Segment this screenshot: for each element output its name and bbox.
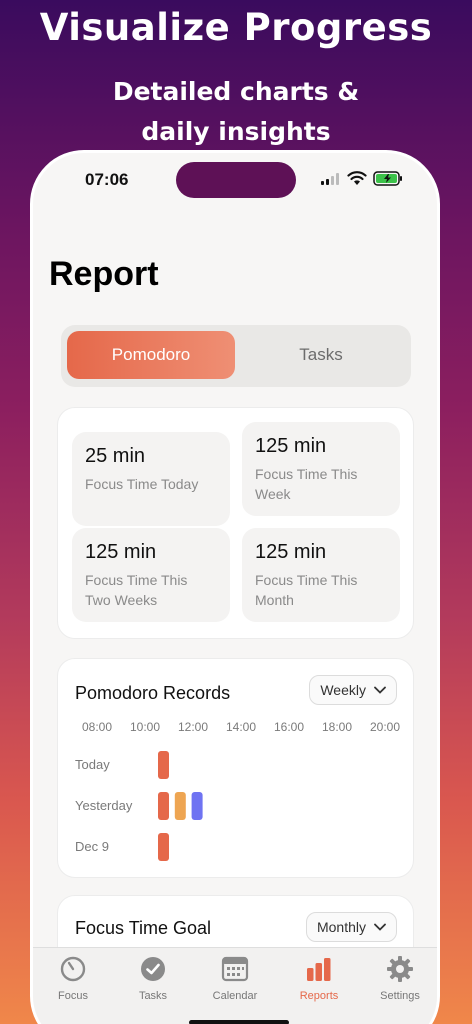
- tab-focus[interactable]: Focus: [33, 954, 113, 1002]
- segment-tasks[interactable]: Tasks: [237, 331, 405, 379]
- tab-label: Reports: [299, 990, 339, 1002]
- stat-focus-month: 125 min Focus Time This Month: [242, 528, 400, 622]
- session-bar[interactable]: [191, 792, 203, 820]
- x-tick-label: 18:00: [322, 720, 352, 734]
- session-bar[interactable]: [158, 833, 169, 861]
- stat-label-line2: Month: [255, 592, 294, 608]
- tab-bar: Focus Tasks Calendar Reports Settings: [33, 947, 437, 1024]
- checkmark-circle-icon: [141, 957, 165, 981]
- goal-title: Focus Time Goal: [75, 918, 212, 938]
- records-title: Pomodoro Records: [75, 683, 231, 703]
- tab-calendar[interactable]: Calendar: [195, 954, 275, 1002]
- dynamic-island: [176, 162, 296, 198]
- stat-label: Focus Time This Two Weeks: [85, 570, 217, 610]
- tab-label: Calendar: [212, 990, 258, 1002]
- x-tick-label: 14:00: [226, 720, 256, 734]
- home-indicator: [189, 1020, 289, 1024]
- status-time: 07:06: [85, 170, 129, 189]
- promo-subtitle-line1: Detailed charts &: [112, 77, 360, 106]
- tab-label: Settings: [380, 990, 420, 1002]
- tab-settings[interactable]: Settings: [360, 954, 437, 1002]
- records-period-dropdown[interactable]: Weekly: [309, 675, 397, 705]
- stat-label-line1: Focus Time This: [255, 572, 358, 588]
- stat-label-line1: Focus Time This: [85, 572, 188, 588]
- pomodoro-records-card: 08:00 10:00 12:00 14:00 16:00 18:00 20:00 Today…: [57, 658, 414, 878]
- stat-value: 125 min: [255, 541, 327, 563]
- promo-subtitle-line2: daily insights: [141, 117, 331, 146]
- focus-stats-card: 25 min Focus Time Today 125 min Focus Ti…: [57, 407, 414, 639]
- stat-focus-week: 125 min Focus Time This Week: [242, 422, 400, 516]
- stat-label-line2: Week: [255, 486, 291, 502]
- stat-label: Focus Time This Month: [255, 570, 387, 610]
- stat-label-line1: Focus Time Today: [85, 476, 199, 492]
- stat-value: 25 min: [85, 445, 146, 467]
- page-title: Report: [49, 255, 159, 293]
- dropdown-value: Monthly: [316, 919, 366, 935]
- goal-period-dropdown[interactable]: Monthly: [305, 912, 397, 942]
- x-tick-label: 08:00: [82, 720, 112, 734]
- battery-charging-icon: [373, 171, 402, 186]
- tab-label: Focus: [58, 990, 88, 1002]
- x-tick-label: 12:00: [178, 720, 208, 734]
- gear-icon: [387, 956, 413, 982]
- timer-icon: [60, 956, 86, 982]
- stat-value: 125 min: [255, 435, 327, 457]
- segmented-control: Pomodoro Tasks: [61, 325, 411, 387]
- row-label: Yesterday: [75, 798, 133, 813]
- signal-icon: [321, 173, 339, 185]
- segment-pomodoro[interactable]: Pomodoro: [67, 331, 235, 379]
- x-tick-label: 20:00: [370, 720, 400, 734]
- session-bar[interactable]: [158, 792, 169, 820]
- stat-focus-today: 25 min Focus Time Today: [72, 432, 230, 526]
- promo-title: Visualize Progress: [39, 6, 433, 49]
- row-label: Today: [75, 757, 110, 772]
- x-tick-label: 16:00: [274, 720, 304, 734]
- session-bar[interactable]: [158, 751, 169, 779]
- tab-tasks[interactable]: Tasks: [113, 954, 193, 1002]
- stat-focus-two-weeks: 125 min Focus Time This Two Weeks: [72, 528, 230, 622]
- dropdown-value: Weekly: [320, 682, 366, 698]
- calendar-icon: [221, 956, 249, 982]
- session-bar[interactable]: [174, 792, 186, 820]
- bar-chart-icon: [307, 958, 331, 981]
- stat-label: Focus Time This Week: [255, 464, 387, 504]
- stat-label-line2: Two Weeks: [85, 592, 158, 608]
- tab-reports[interactable]: Reports: [279, 954, 359, 1002]
- wifi-icon: [347, 171, 367, 185]
- row-label: Dec 9: [75, 839, 109, 854]
- stat-value: 125 min: [85, 541, 157, 563]
- tab-label: Tasks: [138, 990, 168, 1002]
- chevron-down-icon: [374, 686, 386, 694]
- phone-frame: 07:06 Report Pomodoro Tasks 25 min Focus…: [30, 150, 440, 1024]
- promo-subtitle: Detailed charts & daily insights: [0, 72, 472, 152]
- stat-label: Focus Time Today: [85, 474, 217, 494]
- chevron-down-icon: [374, 923, 386, 931]
- x-tick-label: 10:00: [130, 720, 160, 734]
- status-bar: 07:06: [33, 153, 437, 209]
- stat-label-line1: Focus Time This: [255, 466, 358, 482]
